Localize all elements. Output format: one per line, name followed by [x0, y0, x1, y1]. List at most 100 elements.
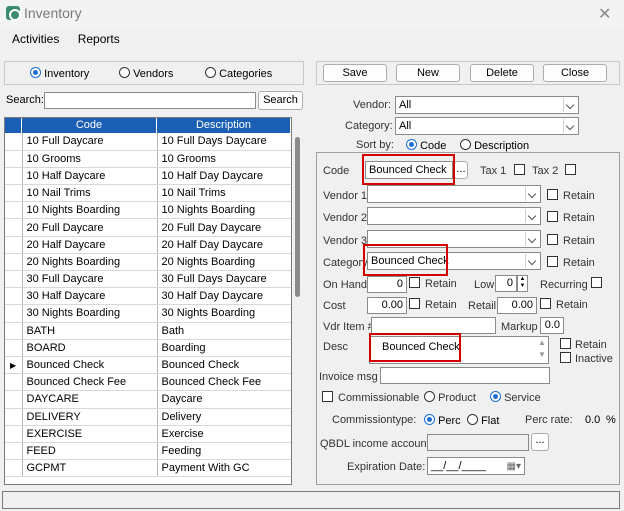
- cell-code[interactable]: Bounced Check Fee: [22, 373, 158, 392]
- sort-description-radio[interactable]: Description: [460, 139, 529, 152]
- vendor2-select[interactable]: [367, 207, 541, 225]
- table-row[interactable]: 30 Nights Boarding 30 Nights Boarding: [5, 304, 291, 323]
- retail-retain-checkbox[interactable]: [540, 298, 551, 309]
- cell-code[interactable]: 20 Half Daycare: [22, 236, 158, 254]
- inactive-checkbox[interactable]: [560, 352, 571, 363]
- radio-icon[interactable]: [460, 139, 471, 150]
- low-input[interactable]: 0: [495, 275, 517, 292]
- cell-description[interactable]: 10 Grooms: [157, 150, 291, 168]
- inventory-grid[interactable]: Code Description 10 Full Daycare 10 Full …: [4, 117, 292, 485]
- cell-description[interactable]: 20 Nights Boarding: [157, 253, 291, 272]
- menu-reports[interactable]: Reports: [78, 32, 120, 46]
- filter-vendors[interactable]: Vendors: [119, 67, 173, 80]
- table-row[interactable]: DELIVERY Delivery: [5, 408, 291, 426]
- radio-icon[interactable]: [424, 391, 435, 402]
- radio-icon[interactable]: [30, 67, 41, 78]
- delete-button[interactable]: Delete: [470, 64, 534, 82]
- radio-icon[interactable]: [467, 414, 478, 425]
- vdr-item-input[interactable]: [371, 317, 496, 334]
- code-lookup-button[interactable]: ...: [454, 161, 468, 179]
- cell-description[interactable]: 10 Nail Trims: [157, 184, 291, 203]
- cell-code[interactable]: 10 Full Daycare: [22, 133, 158, 151]
- cell-code[interactable]: EXERCISE: [22, 425, 158, 443]
- tax2-checkbox[interactable]: [565, 164, 576, 175]
- cell-description[interactable]: Bounced Check: [157, 356, 291, 375]
- cell-code[interactable]: BOARD: [22, 339, 158, 357]
- vendor2-retain-checkbox[interactable]: [547, 211, 558, 222]
- qbdl-input[interactable]: [427, 434, 529, 451]
- cell-code[interactable]: 10 Half Daycare: [22, 167, 158, 186]
- cost-input[interactable]: 0.00: [367, 297, 407, 314]
- cell-description[interactable]: 10 Full Days Daycare: [157, 133, 291, 151]
- cell-description[interactable]: Daycare: [157, 390, 291, 409]
- markup-input[interactable]: 0.0: [540, 317, 564, 334]
- chevron-down-icon[interactable]: [525, 209, 539, 223]
- onhand-retain-checkbox[interactable]: [409, 277, 420, 288]
- save-button[interactable]: Save: [323, 64, 387, 82]
- table-row[interactable]: 20 Nights Boarding 20 Nights Boarding: [5, 253, 291, 272]
- table-row[interactable]: ▶ Bounced Check Bounced Check: [5, 356, 291, 375]
- cell-code[interactable]: 10 Nail Trims: [22, 184, 158, 203]
- vendor-filter-select[interactable]: All: [395, 96, 579, 114]
- cell-code[interactable]: 30 Nights Boarding: [22, 304, 158, 323]
- tax1-checkbox[interactable]: [514, 164, 525, 175]
- table-row[interactable]: 30 Full Daycare 30 Full Days Daycare: [5, 270, 291, 289]
- invoice-msg-input[interactable]: [380, 367, 550, 384]
- cell-code[interactable]: DELIVERY: [22, 408, 158, 426]
- table-row[interactable]: Bounced Check Fee Bounced Check Fee: [5, 373, 291, 392]
- table-row[interactable]: GCPMT Payment With GC: [5, 459, 291, 478]
- cell-description[interactable]: 10 Half Day Daycare: [157, 167, 291, 186]
- table-row[interactable]: 20 Full Daycare 20 Full Day Daycare: [5, 218, 291, 237]
- cost-retain-checkbox[interactable]: [409, 298, 420, 309]
- vendor1-select[interactable]: [367, 185, 541, 203]
- cell-description[interactable]: 20 Full Day Daycare: [157, 218, 291, 237]
- perc-rate-value[interactable]: 0.0: [585, 414, 600, 426]
- table-row[interactable]: DAYCARE Daycare: [5, 390, 291, 409]
- radio-icon[interactable]: [119, 67, 130, 78]
- desc-scroll[interactable]: ▲ ▼: [536, 337, 548, 363]
- table-row[interactable]: 10 Half Daycare 10 Half Day Daycare: [5, 167, 291, 186]
- table-row[interactable]: BATH Bath: [5, 322, 291, 340]
- cell-description[interactable]: 10 Nights Boarding: [157, 201, 291, 220]
- chevron-down-icon[interactable]: [563, 119, 577, 133]
- grid-header-code[interactable]: Code: [22, 118, 157, 133]
- vendor3-retain-checkbox[interactable]: [547, 234, 558, 245]
- low-spinner[interactable]: ▲ ▼: [517, 275, 528, 292]
- cell-description[interactable]: Exercise: [157, 425, 291, 443]
- menu-activities[interactable]: Activities: [12, 32, 59, 46]
- category-filter-select[interactable]: All: [395, 117, 579, 135]
- scrollbar-thumb[interactable]: [295, 137, 300, 297]
- cell-code[interactable]: Bounced Check: [22, 356, 158, 375]
- cell-description[interactable]: Payment With GC: [157, 459, 291, 478]
- close-button[interactable]: Close: [543, 64, 607, 82]
- filter-categories[interactable]: Categories: [205, 67, 272, 80]
- sort-code-radio[interactable]: Code: [406, 139, 446, 152]
- cell-description[interactable]: Feeding: [157, 442, 291, 461]
- cell-code[interactable]: 10 Grooms: [22, 150, 158, 168]
- flat-radio[interactable]: Flat: [467, 414, 499, 427]
- new-button[interactable]: New: [396, 64, 460, 82]
- search-button[interactable]: Search: [258, 91, 303, 110]
- vendor1-retain-checkbox[interactable]: [547, 189, 558, 200]
- table-row[interactable]: 30 Half Daycare 30 Half Day Daycare: [5, 287, 291, 306]
- cell-description[interactable]: 30 Nights Boarding: [157, 304, 291, 323]
- grid-scrollbar[interactable]: [292, 117, 304, 485]
- expiration-input[interactable]: __/__/____ ▦▾: [427, 457, 525, 475]
- commissionable-checkbox[interactable]: [322, 391, 333, 402]
- radio-icon[interactable]: [424, 414, 435, 425]
- chevron-down-icon[interactable]: [525, 254, 539, 268]
- retail-input[interactable]: 0.00: [497, 297, 537, 314]
- cell-description[interactable]: 30 Full Days Daycare: [157, 270, 291, 289]
- onhand-input[interactable]: 0: [367, 276, 407, 293]
- table-row[interactable]: 10 Nail Trims 10 Nail Trims: [5, 184, 291, 203]
- cell-code[interactable]: GCPMT: [22, 459, 158, 478]
- chevron-down-icon[interactable]: [563, 98, 577, 112]
- desc-retain-checkbox[interactable]: [560, 338, 571, 349]
- table-row[interactable]: EXERCISE Exercise: [5, 425, 291, 443]
- table-row[interactable]: 10 Grooms 10 Grooms: [5, 150, 291, 168]
- table-row[interactable]: 10 Full Daycare 10 Full Days Daycare: [5, 133, 291, 151]
- cell-code[interactable]: 20 Full Daycare: [22, 218, 158, 237]
- cell-code[interactable]: DAYCARE: [22, 390, 158, 409]
- cell-description[interactable]: Boarding: [157, 339, 291, 357]
- table-row[interactable]: FEED Feeding: [5, 442, 291, 461]
